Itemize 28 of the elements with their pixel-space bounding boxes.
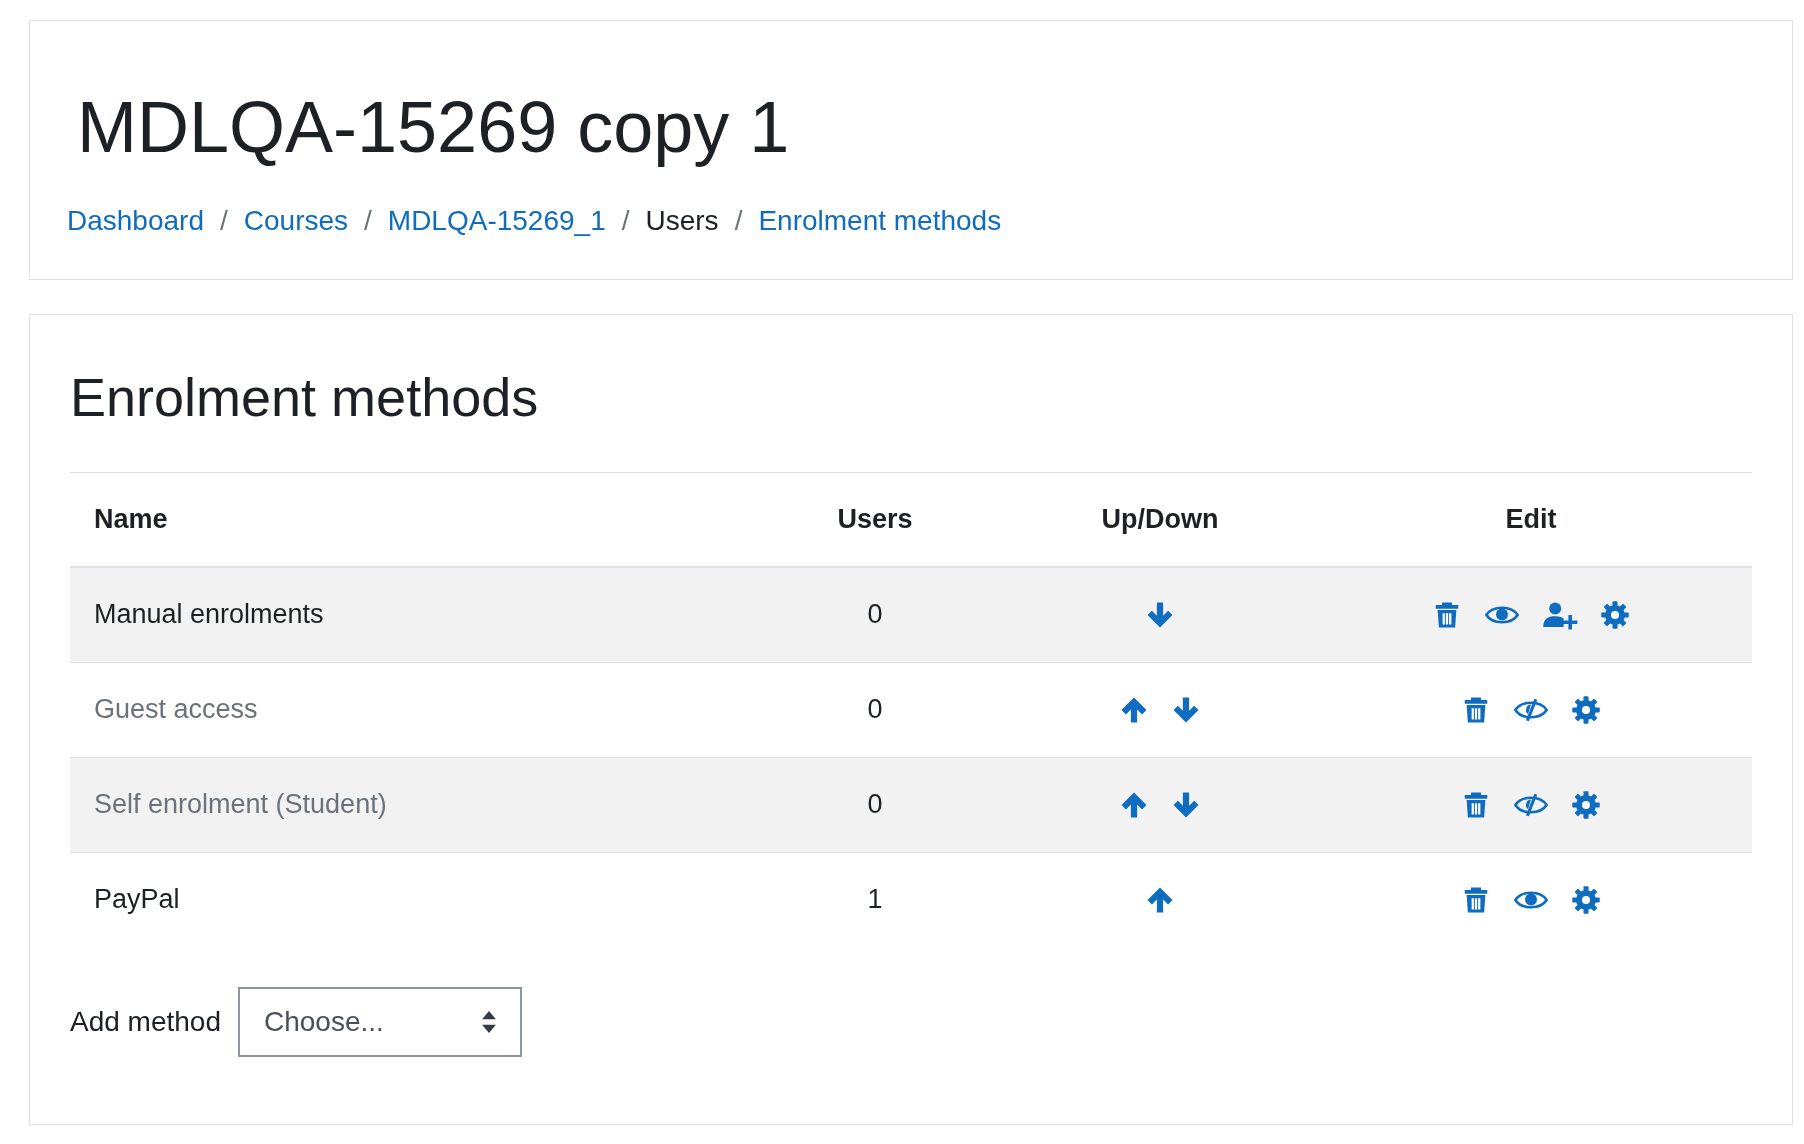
sort-caret-icon: [482, 1010, 496, 1033]
column-header: Users: [837, 503, 913, 535]
method-name: Self enrolment (Student): [94, 789, 387, 821]
breadcrumb-link[interactable]: Dashboard: [67, 205, 204, 237]
user-count: 1: [867, 884, 883, 916]
breadcrumb-link[interactable]: Enrolment methods: [758, 205, 1002, 237]
breadcrumb-separator: /: [364, 205, 372, 237]
column-header: Name: [94, 503, 168, 535]
column-header: Up/Down: [1101, 503, 1219, 535]
user-count: 0: [867, 694, 883, 726]
method-select[interactable]: Choose...: [238, 986, 522, 1057]
breadcrumb-separator: /: [220, 205, 228, 237]
column-header: Edit: [1505, 503, 1557, 535]
breadcrumb-link[interactable]: MDLQA-15269_1: [387, 205, 606, 237]
breadcrumb-separator: /: [734, 205, 743, 237]
settings-icon[interactable]: [1571, 884, 1601, 915]
method-name: PayPal: [94, 884, 180, 916]
method-name: Guest access: [94, 694, 258, 726]
user-count: 0: [867, 789, 883, 821]
section-title: Enrolment methods: [70, 366, 540, 429]
breadcrumb-link[interactable]: Courses: [243, 205, 349, 237]
method-name: Manual enrolments: [94, 599, 324, 631]
user-count: 0: [867, 599, 883, 631]
add-user-icon[interactable]: [1542, 599, 1578, 630]
breadcrumb-separator: /: [621, 205, 630, 237]
settings-icon[interactable]: [1600, 599, 1630, 630]
breadcrumb-current: Users: [645, 205, 719, 237]
add-method-label: Add method: [70, 1005, 221, 1038]
